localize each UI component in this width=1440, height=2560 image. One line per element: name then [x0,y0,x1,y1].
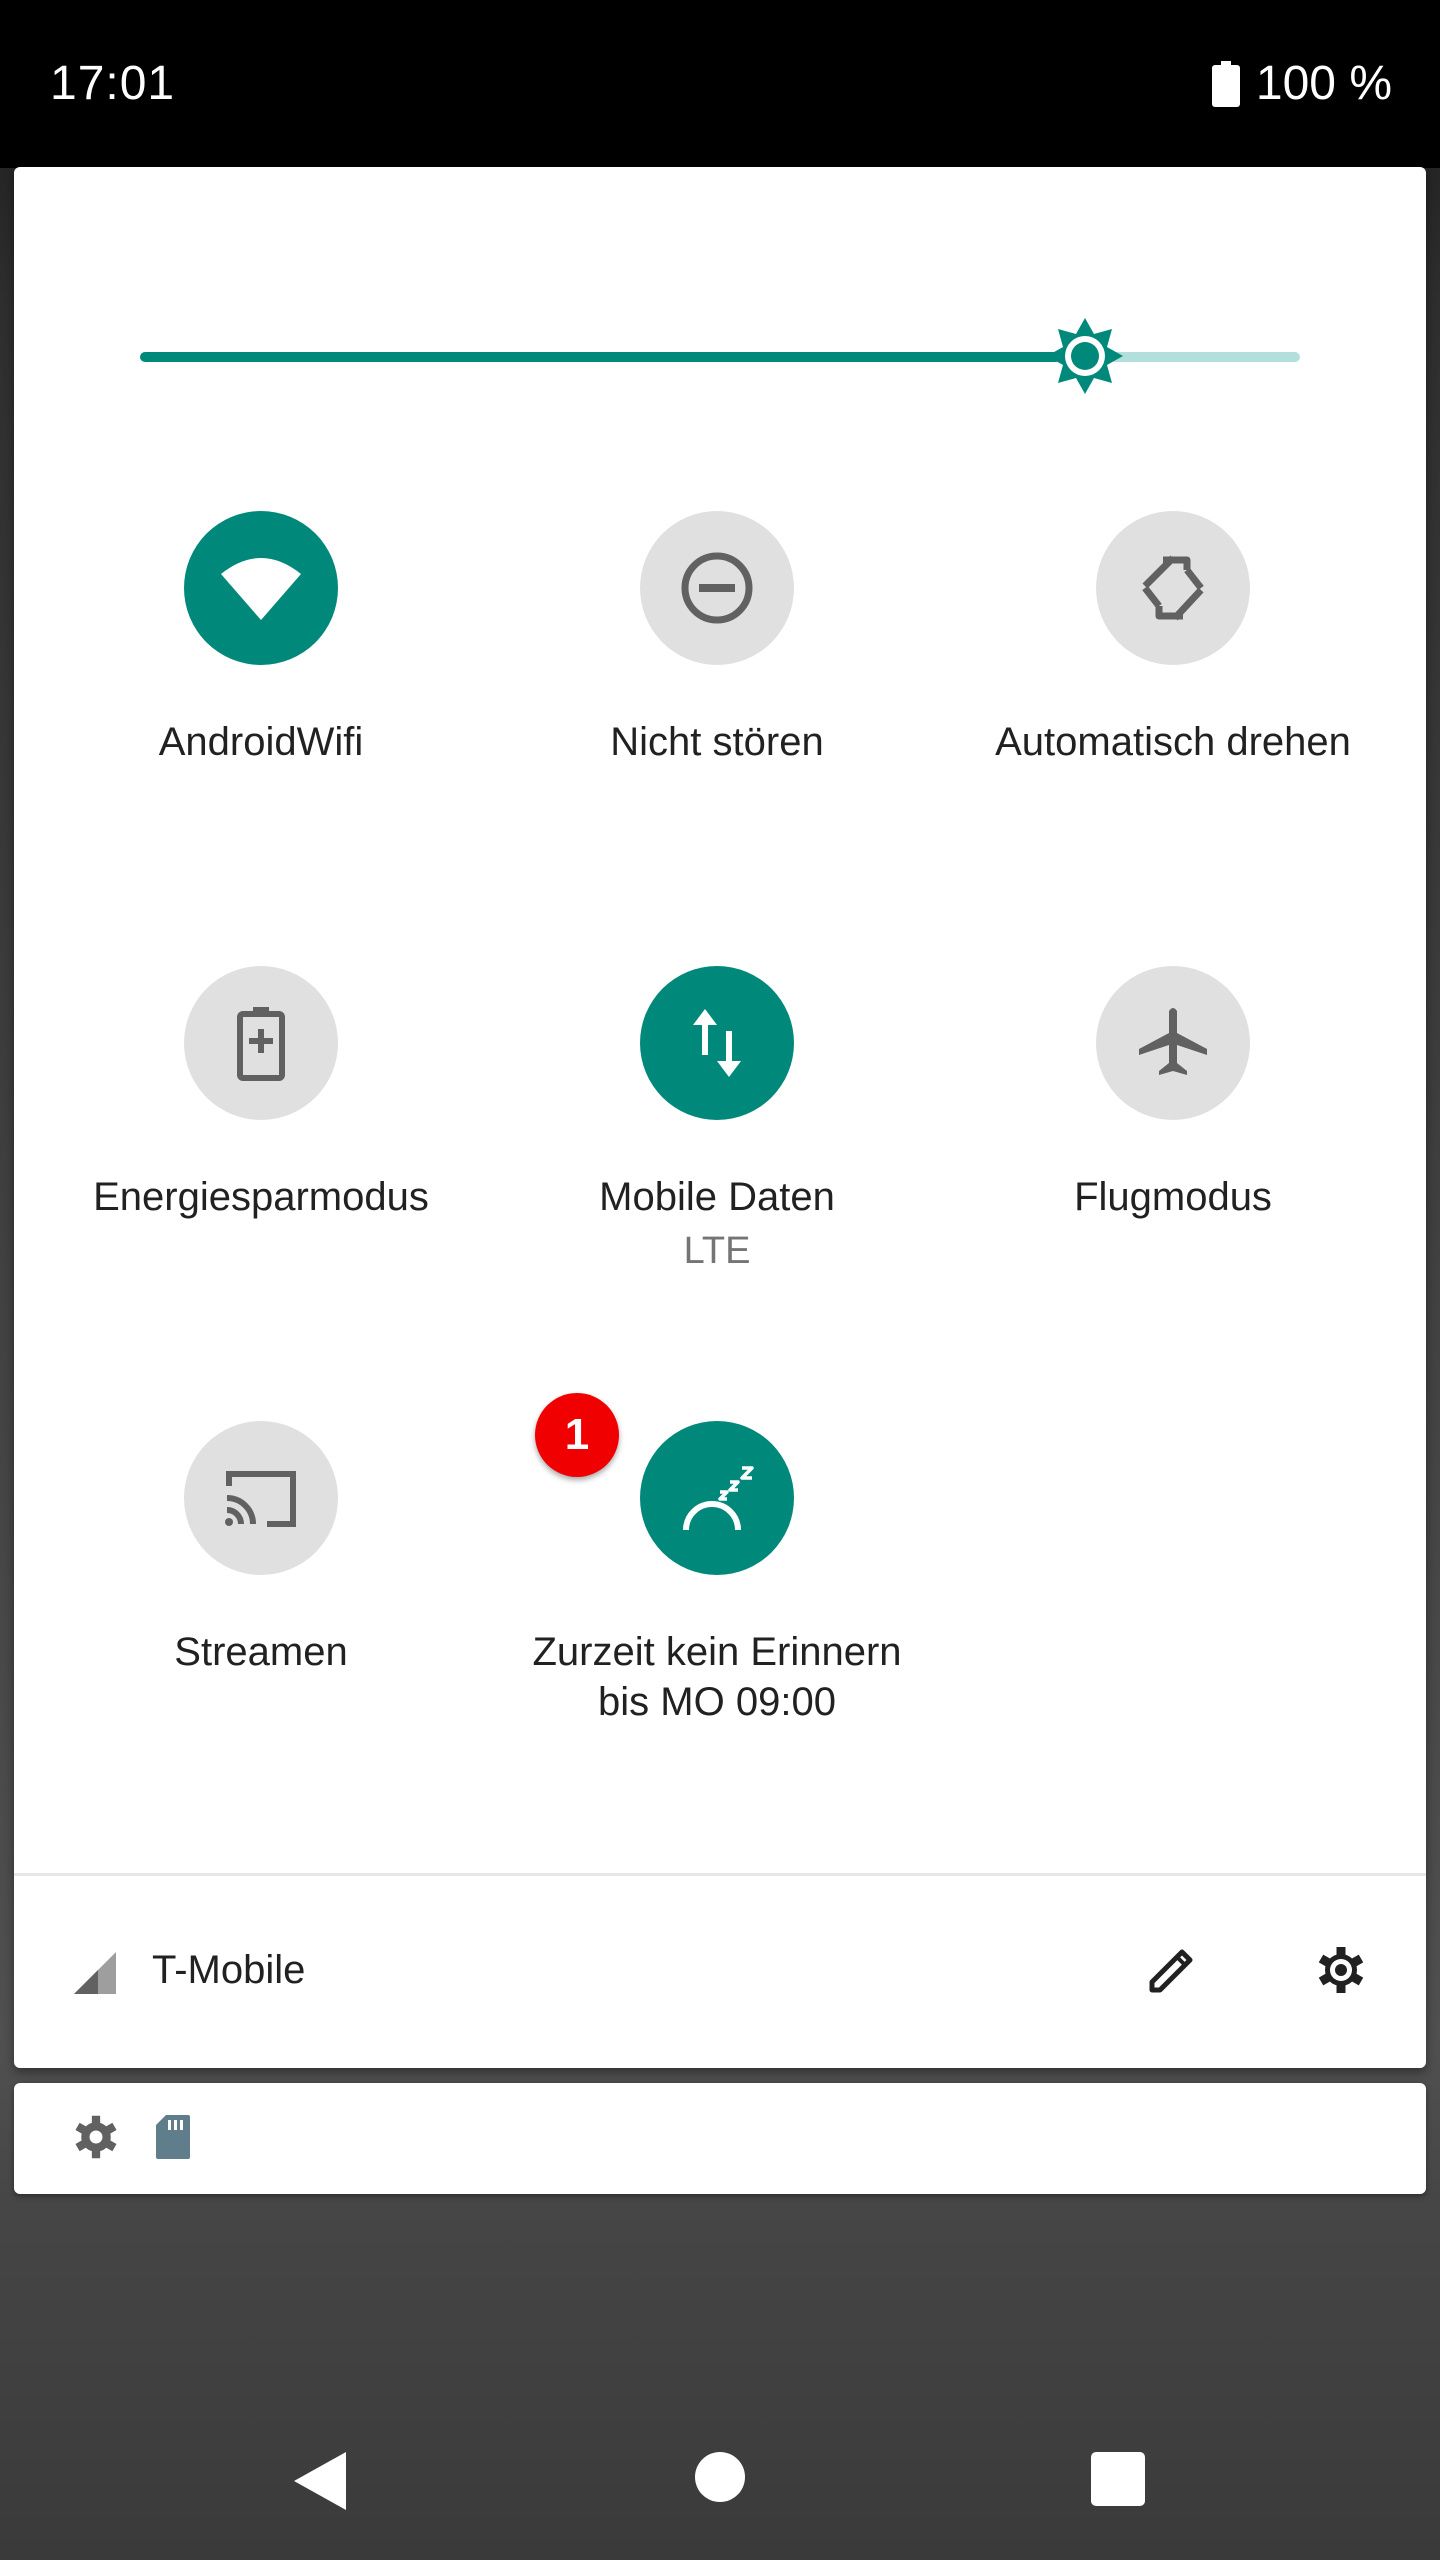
tile-cast-label: Streamen [174,1630,348,1674]
tile-dnd[interactable]: Nicht stören [497,511,937,767]
tile-battery-saver-label: Energiesparmodus [93,1175,429,1219]
status-right: 100 % [1211,56,1392,111]
home-circle-icon[interactable] [695,2452,745,2502]
tile-airplane[interactable]: Flugmodus [953,966,1393,1222]
signal-icon [74,1952,116,1994]
battery-percent: 100 % [1255,57,1392,110]
tile-airplane-label: Flugmodus [1074,1175,1272,1219]
status-bar: 17:01 100 % [0,0,1440,168]
mobile-data-icon [693,1009,741,1077]
back-triangle-icon[interactable] [292,2450,348,2512]
tile-airplane-button[interactable] [1096,966,1250,1120]
tile-wifi[interactable]: AndroidWifi [41,511,481,767]
tile-mobile-data[interactable]: Mobile Daten LTE [497,966,937,1276]
navigation-bar [0,2400,1440,2560]
tile-battery-saver[interactable]: Energiesparmodus [41,966,481,1222]
pencil-icon [1149,1949,1193,1993]
status-time: 17:01 [50,57,176,110]
tile-cast[interactable]: Streamen [41,1421,481,1677]
brightness-slider[interactable] [140,318,1300,394]
tile-dnd-label: Nicht stören [610,720,824,764]
cast-icon [225,1471,296,1527]
brightness-track-filled [140,352,1061,362]
recents-square-icon[interactable] [1091,2452,1145,2506]
tile-battery-saver-button[interactable] [184,966,338,1120]
panel-divider [14,1873,1426,1876]
brightness-track-empty [1109,352,1300,362]
airplane-icon [1139,1008,1207,1075]
sd-card-icon [156,2115,190,2159]
battery-icon [1211,60,1240,107]
tile-mobile-data-button[interactable] [640,966,794,1120]
sleep-snooze-icon [683,1466,754,1531]
do-not-disturb-icon [681,552,753,624]
settings-button[interactable] [1315,1944,1367,2001]
notification-badge: 1 [535,1393,619,1477]
wifi-icon [221,558,301,620]
tile-cast-button[interactable] [184,1421,338,1575]
battery-saver-icon [237,1007,285,1081]
gear-icon [1318,1947,1364,1993]
tile-dnd-button[interactable] [640,511,794,665]
tile-sleep-label: Zurzeit kein Erinnern bis MO 09:00 [532,1630,902,1724]
carrier-label: T-Mobile [152,1948,306,1992]
edit-button[interactable] [1146,1944,1198,2001]
tile-rotate[interactable]: Automatisch drehen [953,511,1393,767]
tile-sleep-button[interactable] [640,1421,794,1575]
auto-rotate-icon [1142,555,1204,621]
gear-icon [75,2115,117,2159]
notification-card[interactable] [14,2083,1426,2194]
brightness-thumb-icon[interactable] [1045,316,1125,396]
tile-wifi-label: AndroidWifi [158,720,364,764]
tile-mobile-data-sublabel: LTE [683,1230,751,1272]
tile-rotate-button[interactable] [1096,511,1250,665]
tile-rotate-label: Automatisch drehen [995,720,1351,764]
tile-wifi-button[interactable] [184,511,338,665]
tile-mobile-data-label: Mobile Daten [599,1175,835,1219]
